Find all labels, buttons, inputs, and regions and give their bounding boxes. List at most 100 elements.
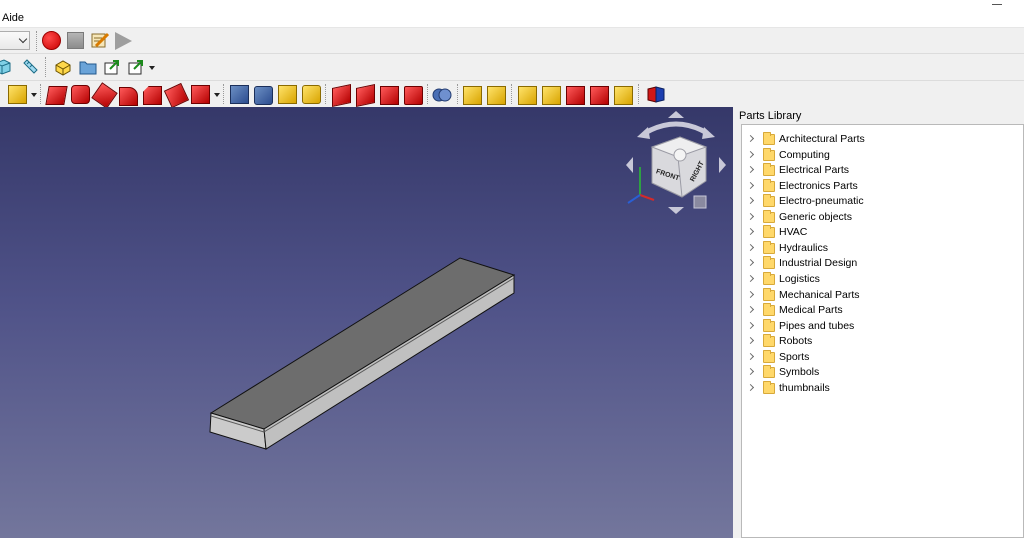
mirror-icon[interactable] xyxy=(91,82,118,109)
offset-icon[interactable] xyxy=(332,83,351,108)
chevron-right-icon[interactable] xyxy=(746,243,755,251)
tree-item[interactable]: Robots xyxy=(742,334,1024,349)
boolean-icon[interactable] xyxy=(380,86,399,105)
tree-item[interactable]: Electro-pneumatic xyxy=(742,194,1024,209)
revolve-icon[interactable] xyxy=(71,85,90,104)
chevron-right-icon[interactable] xyxy=(746,181,755,189)
chevron-right-icon[interactable] xyxy=(746,368,755,376)
macro-stop-icon[interactable] xyxy=(67,32,84,49)
make-face-icon[interactable] xyxy=(163,82,190,109)
chevron-right-icon[interactable] xyxy=(746,197,755,205)
3d-scene: FRONT RIGHT xyxy=(209,111,726,450)
chevron-right-icon[interactable] xyxy=(746,134,755,143)
tree-item[interactable]: Industrial Design xyxy=(742,256,1024,271)
folder-icon xyxy=(763,256,775,270)
ruled-surface-icon[interactable] xyxy=(191,85,210,104)
tree-item-label: Pipes and tubes xyxy=(779,319,855,332)
folder-icon[interactable] xyxy=(79,59,97,78)
export-dropdown-icon[interactable] xyxy=(127,58,145,79)
chevron-right-icon[interactable] xyxy=(746,352,755,360)
macro-edit-icon[interactable] xyxy=(91,31,110,49)
nav-arrow-up-icon[interactable] xyxy=(668,111,684,118)
chevron-right-icon[interactable] xyxy=(746,383,755,391)
section-icon[interactable] xyxy=(278,85,297,104)
chevron-right-icon[interactable] xyxy=(746,290,755,298)
check-geometry-icon[interactable] xyxy=(432,86,452,107)
tree-item[interactable]: Hydraulics xyxy=(742,240,1024,256)
tree-item[interactable]: Symbols xyxy=(742,365,1024,380)
bar-part[interactable] xyxy=(209,257,516,450)
tree-item[interactable]: Electronics Parts xyxy=(742,178,1024,194)
folder-icon xyxy=(763,240,775,254)
chevron-down-icon[interactable] xyxy=(149,66,155,70)
navigation-cube[interactable]: FRONT RIGHT xyxy=(626,111,726,214)
measure-angular-icon[interactable] xyxy=(487,86,506,105)
tree-item[interactable]: HVAC xyxy=(742,225,1024,240)
measure-clear-icon[interactable] xyxy=(542,86,561,105)
toggle-3d-icon[interactable] xyxy=(566,86,585,105)
3d-viewport[interactable]: FRONT RIGHT xyxy=(0,107,733,538)
chevron-right-icon[interactable] xyxy=(746,150,755,158)
chevron-right-icon[interactable] xyxy=(746,274,755,282)
chevron-down-icon[interactable] xyxy=(31,93,37,97)
tree-item[interactable]: Sports xyxy=(742,349,1024,365)
loft-icon[interactable] xyxy=(230,85,249,104)
tree-item[interactable]: Electrical Parts xyxy=(742,163,1024,178)
nav-arrow-down-icon[interactable] xyxy=(668,207,684,214)
tree-item[interactable]: Mechanical Parts xyxy=(742,287,1024,303)
primitive-yellow-icon[interactable] xyxy=(8,85,27,104)
measure-ruler-icon[interactable] xyxy=(21,58,39,79)
workbench-selector[interactable] xyxy=(0,31,30,50)
chevron-right-icon[interactable] xyxy=(746,166,755,174)
folder-icon xyxy=(763,318,775,332)
tree-item[interactable]: Generic objects xyxy=(742,209,1024,225)
chevron-right-icon[interactable] xyxy=(746,259,755,267)
folder-icon xyxy=(763,178,775,192)
folder-icon xyxy=(763,287,775,301)
tree-item[interactable]: thumbnails xyxy=(742,380,1024,396)
toggle-delta-icon[interactable] xyxy=(590,86,609,105)
chevron-down-icon[interactable] xyxy=(214,93,220,97)
chevron-right-icon[interactable] xyxy=(746,306,755,314)
macro-record-icon[interactable] xyxy=(42,31,61,50)
part-yellow-icon[interactable] xyxy=(54,58,72,79)
toggle-all-icon[interactable] xyxy=(614,86,633,105)
tree-item[interactable]: Pipes and tubes xyxy=(742,318,1024,334)
join-icon[interactable] xyxy=(404,86,423,105)
measure-refresh-icon[interactable] xyxy=(518,86,537,105)
nav-arrow-right-icon[interactable] xyxy=(719,157,726,173)
tree-item-label: Architectural Parts xyxy=(779,133,865,145)
panel-title: Parts Library xyxy=(739,110,802,122)
chevron-right-icon[interactable] xyxy=(746,212,755,220)
extrude-icon[interactable] xyxy=(45,86,68,105)
menu-aide[interactable]: Aide xyxy=(2,12,24,24)
folder-icon xyxy=(763,334,775,348)
minimize-button[interactable] xyxy=(992,0,1002,5)
cross-sections-icon[interactable] xyxy=(302,85,321,104)
chevron-down-icon xyxy=(18,34,28,44)
chevron-right-icon[interactable] xyxy=(746,337,755,345)
chamfer-icon[interactable] xyxy=(143,86,162,105)
folder-icon xyxy=(763,132,775,145)
measure-linear-icon[interactable] xyxy=(463,86,482,105)
color-icon[interactable] xyxy=(646,85,666,107)
macro-play-icon[interactable] xyxy=(115,32,132,50)
tree-item[interactable]: Architectural Parts xyxy=(742,132,1024,147)
tree-item-label: HVAC xyxy=(779,226,808,239)
tree-item[interactable]: Medical Parts xyxy=(742,303,1024,318)
thickness-icon[interactable] xyxy=(356,83,375,108)
sweep-icon[interactable] xyxy=(254,86,273,105)
chevron-right-icon[interactable] xyxy=(746,228,755,236)
tree-item-label: Medical Parts xyxy=(779,304,843,317)
menu-bar: Aide xyxy=(0,0,1024,28)
view-cube-icon[interactable] xyxy=(0,58,12,79)
fillet-icon[interactable] xyxy=(119,87,138,106)
tree-item[interactable]: Computing xyxy=(742,147,1024,163)
export-icon[interactable] xyxy=(103,58,121,79)
view-menu-cube-icon[interactable] xyxy=(693,195,707,209)
tree-item-label: Sports xyxy=(779,350,810,363)
parts-tree[interactable]: Architectural Parts Computing Electrical P… xyxy=(741,124,1024,538)
chevron-right-icon[interactable] xyxy=(746,321,755,329)
nav-arrow-left-icon[interactable] xyxy=(626,157,633,173)
tree-item[interactable]: Logistics xyxy=(742,271,1024,287)
